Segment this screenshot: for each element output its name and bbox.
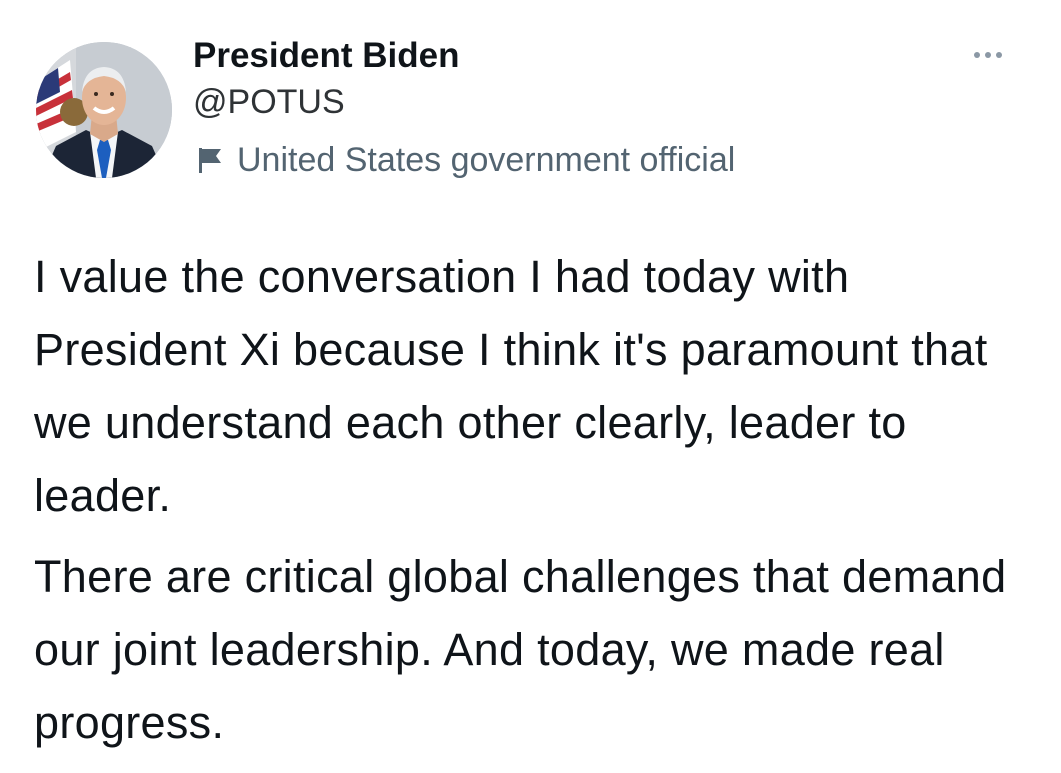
author-block: President Biden @POTUS United States gov… xyxy=(193,34,735,180)
author-avatar[interactable] xyxy=(36,42,172,178)
more-options-icon[interactable] xyxy=(973,48,1003,60)
portrait-avatar xyxy=(36,42,172,178)
author-display-name[interactable]: President Biden xyxy=(193,34,735,78)
tweet-card: President Biden @POTUS United States gov… xyxy=(0,0,1061,773)
government-label-text: United States government official xyxy=(237,141,736,179)
author-handle[interactable]: @POTUS xyxy=(193,80,735,124)
flag-icon xyxy=(193,145,227,175)
tweet-paragraph: There are critical global challenges tha… xyxy=(34,551,1007,748)
government-label[interactable]: United States government official xyxy=(193,140,735,180)
tweet-text: I value the conversation I had today wit… xyxy=(34,240,1024,759)
tweet-paragraph: I value the conversation I had today wit… xyxy=(34,251,988,521)
